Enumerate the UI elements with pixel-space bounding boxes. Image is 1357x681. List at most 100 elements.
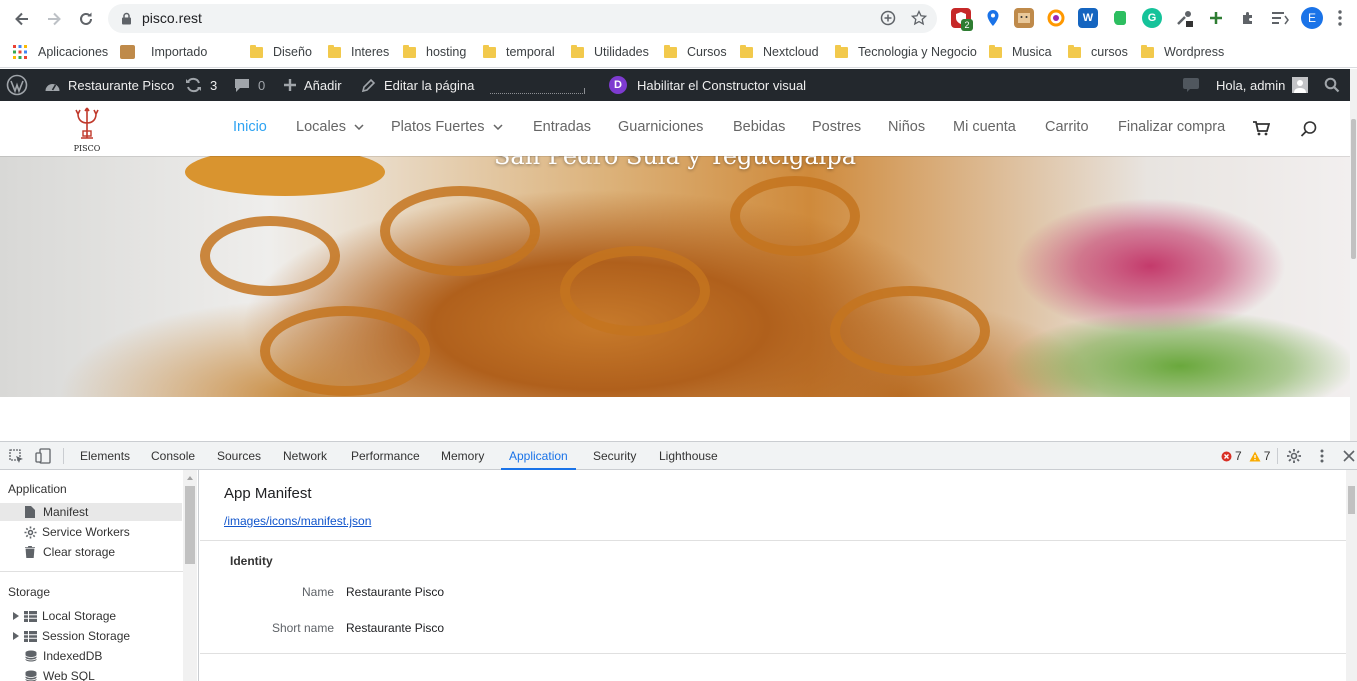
tab-lighthouse[interactable]: Lighthouse [659, 442, 718, 469]
nav-item-platos-fuertes[interactable]: Platos Fuertes [391, 119, 503, 135]
bookmark-label: temporal [506, 45, 555, 59]
bookmark-musica[interactable]: Musica [989, 43, 1052, 61]
nav-item-carrito[interactable]: Carrito [1045, 119, 1089, 135]
tab-sources[interactable]: Sources [217, 442, 261, 469]
sidebar-divider [0, 571, 183, 572]
nav-item-bebidas[interactable]: Bebidas [733, 119, 785, 135]
eyedropper-extension-icon[interactable] [1174, 8, 1194, 28]
inspect-element-icon[interactable] [9, 449, 24, 464]
map-pin-extension-icon[interactable] [983, 8, 1003, 28]
bookmark-hosting[interactable]: hosting [403, 43, 466, 61]
grammarly-extension-icon[interactable]: G [1142, 8, 1162, 28]
bookmark-apps[interactable]: Aplicaciones [13, 43, 108, 61]
folder-icon [483, 44, 496, 58]
nav-item-finalizar-compra[interactable]: Finalizar compra [1118, 119, 1225, 135]
adminbar-search-button[interactable] [1324, 69, 1340, 101]
wordpress-logo-button[interactable] [6, 69, 28, 101]
bookmark-diseno[interactable]: Diseño [250, 43, 312, 61]
tab-application[interactable]: Application [501, 442, 576, 470]
manifest-panel: App Manifest /images/icons/manifest.json… [200, 470, 1357, 681]
sidebar-item-service-workers[interactable]: Service Workers [0, 523, 182, 541]
expand-triangle-icon[interactable] [13, 612, 19, 620]
nav-item-postres[interactable]: Postres [812, 119, 861, 135]
bookmark-label: Utilidades [594, 45, 649, 59]
nav-item-entradas[interactable]: Entradas [533, 119, 591, 135]
site-search-icon[interactable] [1300, 120, 1318, 138]
sidebar-scrollbar[interactable] [183, 470, 197, 681]
sidebar-item-indexeddb[interactable]: IndexedDB [0, 647, 182, 665]
device-toolbar-icon[interactable] [35, 448, 51, 464]
scroll-up-arrow-icon[interactable] [183, 473, 197, 483]
nav-label: Platos Fuertes [391, 119, 485, 135]
page-scrollbar-thumb[interactable] [1351, 119, 1356, 259]
browser-menu-icon[interactable] [1330, 8, 1350, 28]
back-button[interactable] [10, 7, 34, 31]
devtools-menu-icon[interactable] [1320, 449, 1324, 463]
cart-icon[interactable] [1253, 121, 1270, 136]
updates-button[interactable]: 3 [185, 69, 217, 101]
reading-list-icon[interactable] [1270, 8, 1290, 28]
close-devtools-icon[interactable] [1343, 450, 1355, 462]
bookmark-star-icon[interactable] [911, 10, 927, 26]
plus-extension-icon[interactable] [1206, 8, 1226, 28]
color-ring-extension-icon[interactable] [1046, 8, 1066, 28]
tab-elements[interactable]: Elements [80, 442, 130, 469]
bookmark-wordpress[interactable]: Wordpress [1141, 43, 1224, 61]
sidebar-header-application: Application [8, 482, 67, 496]
tab-security[interactable]: Security [593, 442, 636, 469]
manifest-scrollbar[interactable] [1346, 470, 1357, 681]
wp-admin-bar: Restaurante Pisco 3 0 Añadir Editar la p… [0, 69, 1350, 101]
add-new-label: Añadir [304, 77, 342, 93]
sidebar-item-manifest[interactable]: Manifest [0, 503, 182, 521]
nav-item-mi-cuenta[interactable]: Mi cuenta [953, 119, 1016, 135]
bookmarks-bar: Aplicaciones Importado Diseño Interes ho… [0, 37, 1357, 68]
reload-button[interactable] [74, 7, 98, 31]
manifest-scrollbar-thumb[interactable] [1348, 486, 1355, 514]
bookmark-tecnologia[interactable]: Tecnologia y Negocio [835, 43, 977, 61]
sidebar-item-web-sql[interactable]: Web SQL [0, 667, 182, 681]
install-app-icon[interactable] [880, 10, 896, 26]
bookmark-cursos[interactable]: Cursos [664, 43, 727, 61]
notes-button[interactable] [1182, 69, 1200, 101]
bookmark-interes[interactable]: Interes [328, 43, 389, 61]
add-new-button[interactable]: Añadir [283, 69, 342, 101]
evernote-extension-icon[interactable] [1110, 8, 1130, 28]
site-logo[interactable]: PISCO [72, 106, 102, 154]
tab-performance[interactable]: Performance [351, 442, 420, 469]
sidebar-item-local-storage[interactable]: Local Storage [0, 607, 182, 625]
comments-button[interactable]: 0 [234, 69, 265, 101]
nav-item-ninos[interactable]: Niños [888, 119, 925, 135]
bookmark-cursos-2[interactable]: cursos [1068, 43, 1128, 61]
manifest-link[interactable]: /images/icons/manifest.json [224, 514, 371, 528]
address-bar[interactable]: pisco.rest [108, 4, 937, 33]
nav-item-inicio[interactable]: Inicio [233, 119, 267, 135]
nav-item-locales[interactable]: Locales [296, 119, 364, 135]
bookmark-importado[interactable]: Importado [120, 43, 207, 61]
account-menu[interactable]: Hola, admin [1216, 69, 1309, 101]
sidebar-item-session-storage[interactable]: Session Storage [0, 627, 182, 645]
bookmark-utilidades[interactable]: Utilidades [571, 43, 649, 61]
bookmark-temporal[interactable]: temporal [483, 43, 555, 61]
gear-icon [24, 526, 37, 538]
puzzle-extensions-icon[interactable] [1238, 8, 1258, 28]
expand-triangle-icon[interactable] [13, 632, 19, 640]
nav-item-guarniciones[interactable]: Guarniciones [618, 119, 703, 135]
visual-builder-button[interactable]: D Habilitar el Constructor visual [609, 69, 806, 101]
site-name-menu[interactable]: Restaurante Pisco [44, 69, 174, 101]
forward-button[interactable] [42, 7, 66, 31]
settings-gear-icon[interactable] [1286, 448, 1302, 464]
tab-console[interactable]: Console [151, 442, 195, 469]
word-extension-icon[interactable]: W [1078, 8, 1098, 28]
sidebar-item-clear-storage[interactable]: Clear storage [0, 543, 182, 561]
page-scrollbar[interactable] [1350, 69, 1357, 441]
issues-counter[interactable]: 7 7 [1221, 449, 1270, 463]
tab-network[interactable]: Network [283, 442, 327, 469]
tab-memory[interactable]: Memory [441, 442, 484, 469]
user-avatar [1292, 77, 1309, 93]
bookmark-nextcloud[interactable]: Nextcloud [740, 43, 819, 61]
sidebar-scrollbar-thumb[interactable] [185, 486, 195, 564]
profile-avatar[interactable]: E [1301, 7, 1323, 29]
edit-page-button[interactable]: Editar la página [361, 69, 474, 101]
chat-bubble-icon [1183, 78, 1199, 92]
face-extension-icon[interactable] [1014, 8, 1034, 28]
